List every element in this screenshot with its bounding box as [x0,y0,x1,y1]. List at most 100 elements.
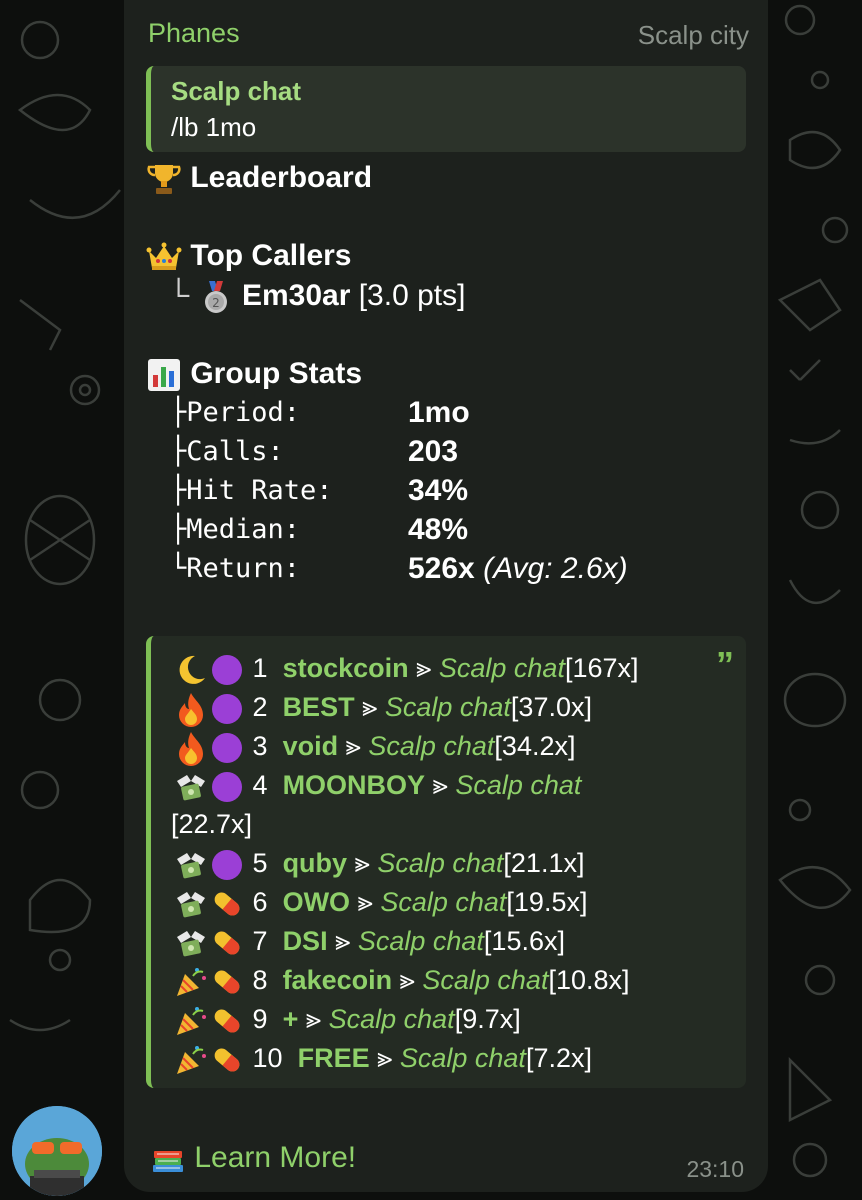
sender-avatar[interactable] [12,1106,102,1196]
call-row-wrap: [22.7x] [171,806,252,842]
top-caller-name[interactable]: Em30ar [242,279,350,312]
call-multiplier: [7.2x] [525,1043,592,1073]
call-rank: 4 [252,770,268,800]
crescent-moon-icon [173,652,209,688]
call-group[interactable]: Scalp chat [422,965,548,995]
stat-value: 203 [408,435,459,468]
tree-branch: ├ [170,397,187,428]
reply-preview[interactable]: Scalp chat /lb 1mo [146,66,746,152]
call-rank: 2 [252,692,268,722]
call-name[interactable]: stockcoin [283,653,409,683]
call-name[interactable]: BEST [283,692,355,722]
call-group[interactable]: Scalp chat [455,770,581,800]
purple-circle-icon [209,730,245,766]
call-separator: ⪢ [399,965,415,995]
call-multiplier: [22.7x] [171,809,253,839]
call-row: 10 FREE ⪢ Scalp chat[7.2x] [173,1040,592,1078]
tree-branch: └ [168,279,190,312]
call-separator: ⪢ [357,887,373,917]
top-callers-heading: Top Callers [146,238,352,275]
pill-icon [209,1003,245,1039]
call-row: 9 + ⪢ Scalp chat[9.7x] [173,1001,521,1039]
stat-value: 526x [408,552,475,585]
second-place-medal-icon: 2 [198,279,234,315]
stat-label: Hit Rate: [186,475,333,506]
group-stats-heading: Group Stats [146,356,362,393]
call-multiplier: [9.7x] [454,1004,521,1034]
call-group[interactable]: Scalp chat [368,731,494,761]
sender-name[interactable]: Phanes [148,18,240,49]
top-callers-title: Top Callers [190,239,352,272]
stat-value: 48% [408,513,469,546]
stat-value-group: 526x (Avg: 2.6x) [408,551,628,587]
top-calls-quote: ” 1 stockcoin ⪢ Scalp chat[167x] 2 BEST … [146,636,746,1088]
call-separator: ⪢ [354,848,370,878]
call-multiplier: [19.5x] [506,887,588,917]
call-group[interactable]: Scalp chat [385,692,511,722]
party-popper-icon [173,1003,209,1039]
call-name[interactable]: fakecoin [283,965,393,995]
call-group[interactable]: Scalp chat [329,1004,455,1034]
channel-name[interactable]: Scalp city [638,20,749,51]
call-multiplier: [34.2x] [494,731,576,761]
leaderboard-title: Leaderboard [190,161,373,194]
top-caller-points: [3.0 pts] [358,279,466,312]
call-name[interactable]: void [283,731,339,761]
call-rank: 10 [252,1043,283,1073]
call-name[interactable]: DSI [283,926,328,956]
reply-text: /lb 1mo [171,112,257,142]
call-row: 7 DSI ⪢ Scalp chat[15.6x] [173,923,565,961]
money-with-wings-icon [173,769,209,805]
quote-icon: ” [716,644,734,685]
stat-label: Median: [186,514,301,545]
fire-icon [173,730,209,766]
bar-chart-icon [146,357,182,393]
party-popper-icon [173,1042,209,1078]
call-group[interactable]: Scalp chat [380,887,506,917]
call-group[interactable]: Scalp chat [439,653,565,683]
call-row: 8 fakecoin ⪢ Scalp chat[10.8x] [173,962,630,1000]
call-separator: ⪢ [416,653,432,683]
call-separator: ⪢ [345,731,361,761]
learn-more-label[interactable]: Learn More! [194,1141,356,1174]
call-multiplier: [37.0x] [510,692,592,722]
pill-icon [209,925,245,961]
call-group[interactable]: Scalp chat [400,1043,526,1073]
leaderboard-heading: Leaderboard [146,160,372,197]
purple-circle-icon [209,691,245,727]
call-rank: 7 [252,926,268,956]
call-row: 2 BEST ⪢ Scalp chat[37.0x] [173,689,592,727]
call-multiplier: [21.1x] [503,848,585,878]
call-name[interactable]: MOONBOY [283,770,426,800]
fire-icon [173,691,209,727]
pill-icon [209,964,245,1000]
call-multiplier: [167x] [564,653,639,683]
call-rank: 8 [252,965,268,995]
stat-row-median: ├Median: 48% [170,512,468,548]
tree-branch: ├ [170,475,187,506]
call-separator: ⪢ [362,692,378,722]
stat-row-hit-rate: ├Hit Rate: 34% [170,473,468,509]
call-row: 4 MOONBOY ⪢ Scalp chat [173,767,581,805]
money-with-wings-icon [173,847,209,883]
call-separator: ⪢ [432,770,448,800]
tree-branch: └ [170,553,187,584]
tree-branch: ├ [170,514,187,545]
call-row: 6 OWO ⪢ Scalp chat[19.5x] [173,884,587,922]
call-group[interactable]: Scalp chat [377,848,503,878]
stat-extra: (Avg: 2.6x) [483,552,628,585]
stat-row-calls: ├Calls: 203 [170,434,458,470]
call-name[interactable]: OWO [283,887,351,917]
stat-label: Calls: [186,436,284,467]
books-icon [150,1141,186,1177]
group-stats-title: Group Stats [190,357,363,390]
money-with-wings-icon [173,886,209,922]
learn-more-link[interactable]: Learn More! [150,1138,356,1178]
money-with-wings-icon [173,925,209,961]
call-multiplier: [10.8x] [548,965,630,995]
call-name[interactable]: FREE [298,1043,370,1073]
party-popper-icon [173,964,209,1000]
call-group[interactable]: Scalp chat [358,926,484,956]
call-name[interactable]: quby [283,848,348,878]
call-name[interactable]: + [283,1004,299,1034]
